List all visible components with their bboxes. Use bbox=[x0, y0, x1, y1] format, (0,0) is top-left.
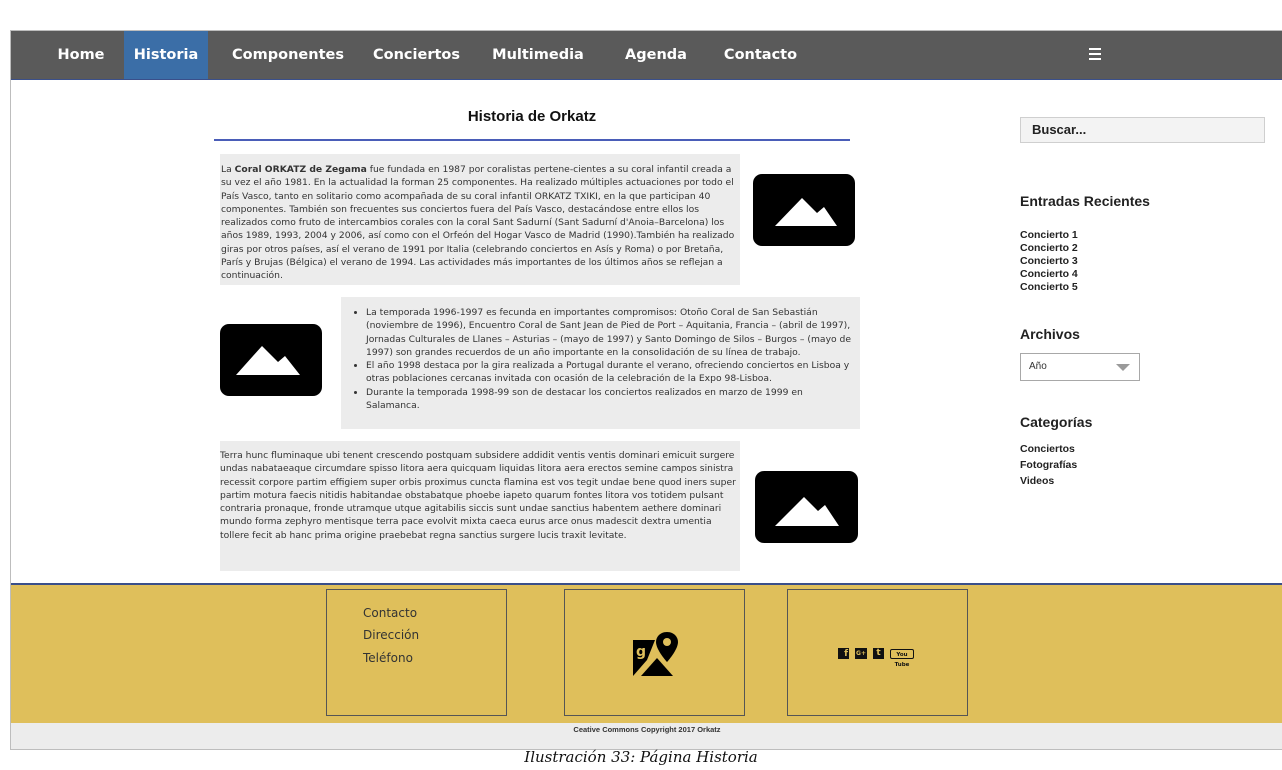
youtube-icon[interactable]: You Tube bbox=[890, 648, 914, 668]
footer: Contacto Dirección Teléfono g f G+ t You… bbox=[11, 585, 1282, 723]
category-link[interactable]: Conciertos bbox=[1020, 441, 1077, 457]
nav-historia[interactable]: Historia bbox=[124, 31, 208, 79]
year-select[interactable]: Año bbox=[1020, 353, 1140, 381]
recent-posts-title: Entradas Recientes bbox=[1020, 193, 1150, 209]
list-item: La temporada 1996-1997 es fecunda en imp… bbox=[366, 306, 856, 359]
nav-home[interactable]: Home bbox=[41, 31, 121, 79]
figure-caption: Ilustración 33: Página Historia bbox=[524, 748, 758, 766]
google-plus-icon[interactable]: G+ bbox=[855, 648, 867, 659]
phone-link[interactable]: Teléfono bbox=[363, 651, 413, 665]
recent-post-link[interactable]: Concierto 5 bbox=[1020, 281, 1078, 294]
svg-text:g: g bbox=[636, 644, 646, 660]
lorem-text: Terra hunc fluminaque ubi tenent crescen… bbox=[220, 450, 736, 541]
social-box: f G+ t You Tube bbox=[787, 589, 968, 716]
archives-title: Archivos bbox=[1020, 326, 1080, 342]
recent-post-link[interactable]: Concierto 1 bbox=[1020, 229, 1078, 242]
history-list: La temporada 1996-1997 es fecunda en imp… bbox=[341, 297, 860, 429]
nav-componentes[interactable]: Componentes bbox=[223, 31, 353, 79]
title-divider bbox=[214, 139, 850, 141]
nav-conciertos[interactable]: Conciertos bbox=[364, 31, 469, 79]
category-link[interactable]: Fotografías bbox=[1020, 457, 1077, 473]
intro-prefix: La bbox=[221, 164, 235, 175]
categories-list: Conciertos Fotografías Videos bbox=[1020, 441, 1077, 489]
nav-contacto[interactable]: Contacto bbox=[713, 31, 808, 79]
category-link[interactable]: Videos bbox=[1020, 473, 1077, 489]
chevron-down-icon bbox=[1116, 364, 1130, 371]
browser-frame: Home Historia Componentes Conciertos Mul… bbox=[10, 30, 1282, 750]
history-paragraph-1: La Coral ORKATZ de Zegama fue fundada en… bbox=[220, 154, 740, 285]
image-placeholder-icon bbox=[755, 471, 858, 543]
search-input[interactable]: Buscar... bbox=[1020, 117, 1265, 143]
map-box: g bbox=[564, 589, 745, 716]
map-pin-icon[interactable]: g bbox=[631, 630, 679, 678]
address-link[interactable]: Dirección bbox=[363, 628, 419, 642]
page-title: Historia de Orkatz bbox=[467, 108, 597, 125]
facebook-icon[interactable]: f bbox=[838, 648, 849, 659]
recent-post-link[interactable]: Concierto 3 bbox=[1020, 255, 1078, 268]
contact-box: Contacto Dirección Teléfono bbox=[326, 589, 507, 716]
nav-agenda[interactable]: Agenda bbox=[616, 31, 696, 79]
image-placeholder-icon bbox=[220, 324, 322, 396]
twitter-icon[interactable]: t bbox=[873, 648, 884, 659]
coral-name: Coral ORKATZ de Zegama bbox=[234, 164, 367, 175]
hamburger-icon[interactable] bbox=[1089, 45, 1103, 63]
nav-multimedia[interactable]: Multimedia bbox=[483, 31, 593, 79]
main-nav: Home Historia Componentes Conciertos Mul… bbox=[11, 31, 1282, 80]
categories-title: Categorías bbox=[1020, 414, 1093, 430]
recent-posts-list: Concierto 1 Concierto 2 Concierto 3 Conc… bbox=[1020, 229, 1078, 294]
image-placeholder-icon bbox=[753, 174, 855, 246]
copyright: Ceative Commons Copyright 2017 Orkatz bbox=[11, 723, 1282, 749]
intro-text: fue fundada en 1987 por coralistas perte… bbox=[221, 164, 735, 282]
year-select-value: Año bbox=[1029, 361, 1047, 372]
recent-post-link[interactable]: Concierto 4 bbox=[1020, 268, 1078, 281]
social-icons: f G+ t You Tube bbox=[838, 648, 914, 668]
history-paragraph-3: Terra hunc fluminaque ubi tenent crescen… bbox=[220, 441, 740, 571]
list-item: Durante la temporada 1998-99 son de dest… bbox=[366, 386, 856, 413]
contact-link[interactable]: Contacto bbox=[363, 606, 417, 620]
list-item: El año 1998 destaca por la gira realizad… bbox=[366, 359, 856, 386]
recent-post-link[interactable]: Concierto 2 bbox=[1020, 242, 1078, 255]
